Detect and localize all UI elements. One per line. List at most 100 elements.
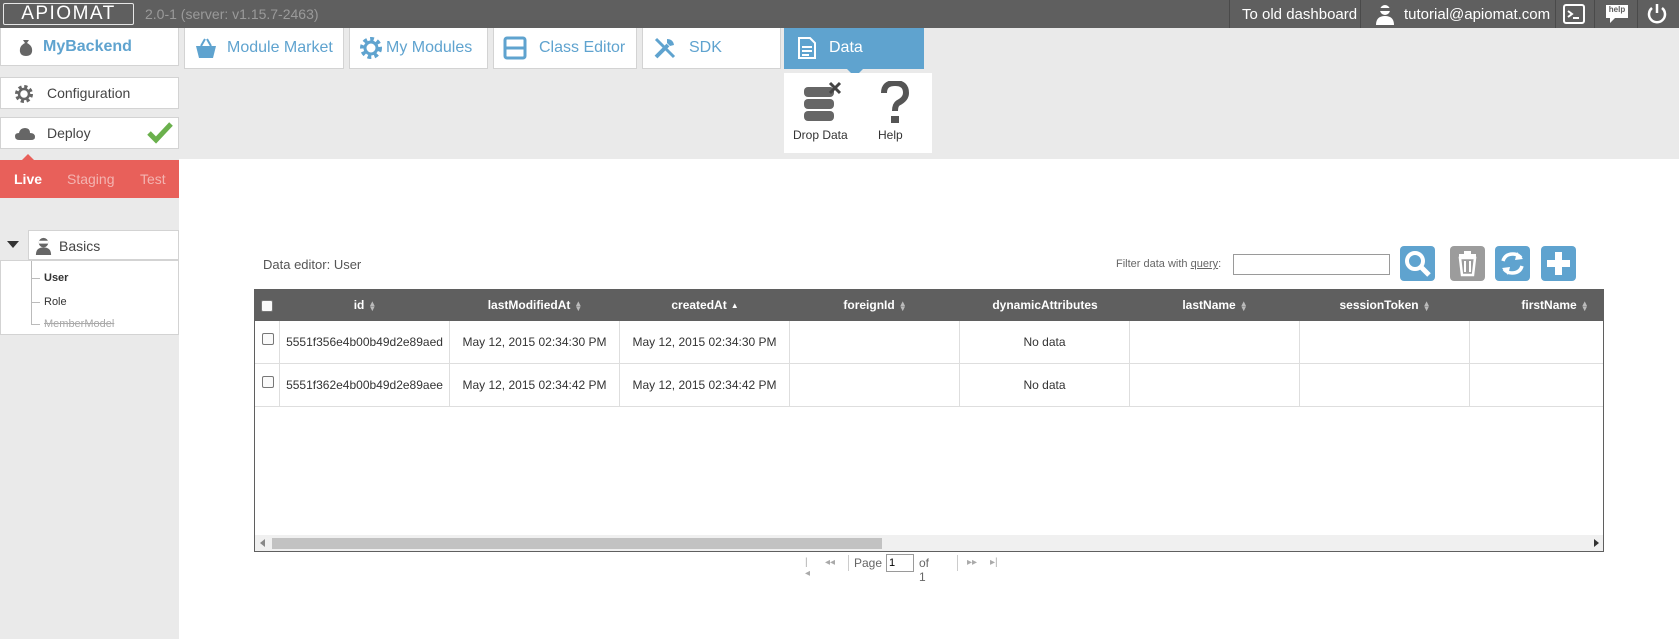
backend-name: MyBackend <box>43 38 132 55</box>
environment-bar: Live Staging Test <box>0 154 179 198</box>
tab-my-modules[interactable]: My Modules <box>349 28 488 69</box>
plus-icon <box>1547 252 1570 275</box>
tree-class-list: User Role MemberModel <box>0 260 179 335</box>
filter-suffix: : <box>1218 258 1222 270</box>
sort-asc-icon: ▲ <box>730 301 739 311</box>
sort-icon: ▲ ▼ <box>1422 298 1431 313</box>
col-header-lastname[interactable]: lastName ▲ ▼ <box>1130 290 1300 321</box>
scroll-right-arrow[interactable] <box>1594 539 1599 547</box>
backend-selector[interactable]: MyBackend <box>0 28 179 66</box>
horizontal-scrollbar[interactable] <box>255 535 1603 551</box>
drop-database-icon <box>804 81 842 121</box>
tab-label: My Modules <box>386 39 473 56</box>
add-button[interactable] <box>1541 246 1576 281</box>
drop-data-button[interactable]: Drop Data <box>784 73 858 153</box>
divider <box>1637 0 1638 28</box>
help-bubble-icon[interactable]: help <box>1605 3 1629 25</box>
first-page-icon[interactable]: |◂ <box>805 557 810 579</box>
data-actions-panel: Drop Data Help <box>784 73 932 153</box>
cell-sessiontoken <box>1300 321 1470 364</box>
cell-dynamicattributes: No data <box>960 321 1130 364</box>
help-bubble-label: help <box>1608 5 1626 14</box>
cell-foreignid <box>790 321 960 364</box>
scroll-left-arrow[interactable] <box>260 539 265 547</box>
sidebar: MyBackend Configuration Deploy Live Stag… <box>0 28 179 639</box>
sort-icon: ▲ ▼ <box>1239 298 1248 313</box>
user-icon <box>35 237 52 255</box>
col-header-firstname[interactable]: firstName ▲ ▼ <box>1470 290 1603 321</box>
deploy-button[interactable]: Deploy <box>0 117 179 149</box>
tab-sdk[interactable]: SDK <box>642 28 781 69</box>
terminal-icon[interactable] <box>1563 3 1585 25</box>
search-button[interactable] <box>1400 246 1435 281</box>
checkmark-icon <box>147 122 173 144</box>
table-row[interactable]: 5551f356e4b00b49d2e89aed May 12, 2015 02… <box>255 321 1603 364</box>
env-live-tab[interactable]: Live <box>14 171 42 187</box>
prev-page-icon[interactable]: ◂◂ <box>825 557 835 568</box>
select-all-checkbox[interactable] <box>261 300 273 312</box>
cell-sessiontoken <box>1300 364 1470 407</box>
tree-item-user[interactable]: User <box>44 272 68 284</box>
sort-icon: ▲ ▼ <box>1580 298 1589 313</box>
refresh-icon <box>1501 252 1524 275</box>
refresh-button[interactable] <box>1495 246 1530 281</box>
top-bar: APIOMAT 2.0-1 (server: v1.15.7-2463) To … <box>0 0 1679 28</box>
row-checkbox[interactable] <box>262 376 274 388</box>
table-row[interactable]: 5551f362e4b00b49d2e89aee May 12, 2015 02… <box>255 364 1603 407</box>
tab-class-editor[interactable]: Class Editor <box>493 28 637 69</box>
tree-item-membermodel[interactable]: MemberModel <box>44 318 114 330</box>
question-mark-icon <box>881 81 910 123</box>
tree-group-basics[interactable]: Basics <box>28 230 179 260</box>
cell-id: 5551f356e4b00b49d2e89aed <box>280 321 450 364</box>
col-label: dynamicAttributes <box>992 298 1098 312</box>
col-header-createdat[interactable]: createdAt ▲ <box>620 290 790 321</box>
col-header-id[interactable]: id ▲ ▼ <box>280 290 450 321</box>
help-button[interactable]: Help <box>858 73 932 153</box>
page-number-input[interactable] <box>886 554 914 572</box>
tab-module-market[interactable]: Module Market <box>184 28 344 69</box>
money-bag-icon <box>19 40 33 56</box>
col-header-foreignid[interactable]: foreignId ▲ ▼ <box>790 290 960 321</box>
configuration-button[interactable]: Configuration <box>0 77 179 109</box>
apiomat-logo[interactable]: APIOMAT <box>3 3 134 25</box>
last-page-icon[interactable]: ▸| <box>990 557 998 568</box>
power-icon[interactable] <box>1646 3 1668 25</box>
filter-prefix: Filter data with <box>1116 258 1191 270</box>
main-tab-area: Module Market My Modules Class Editor SD… <box>179 28 1679 159</box>
delete-button[interactable] <box>1450 246 1485 281</box>
tree-connector <box>31 324 40 325</box>
sort-icon: ▲ ▼ <box>368 298 377 313</box>
cell-id: 5551f362e4b00b49d2e89aee <box>280 364 450 407</box>
tree-item-role[interactable]: Role <box>44 296 67 308</box>
gear-icon <box>360 37 382 59</box>
divider <box>1229 0 1230 28</box>
data-grid: id ▲ ▼ lastModifiedAt ▲ ▼ createdAt ▲ foreign… <box>254 289 1604 552</box>
drop-data-label: Drop Data <box>793 128 848 142</box>
next-page-icon[interactable]: ▸▸ <box>967 557 977 568</box>
old-dashboard-link[interactable]: To old dashboard <box>1242 6 1357 23</box>
pager-divider <box>957 555 958 571</box>
tab-data[interactable]: Data <box>784 28 924 69</box>
query-help-link[interactable]: query <box>1191 258 1219 270</box>
tree-group-header: Basics <box>0 230 179 260</box>
filter-query-input[interactable] <box>1233 254 1390 275</box>
filter-label: Filter data with query: <box>1116 258 1221 270</box>
document-icon <box>798 37 816 59</box>
col-label: sessionToken <box>1339 298 1419 312</box>
col-header-dynamicattributes[interactable]: dynamicAttributes <box>960 290 1130 321</box>
class-editor-icon <box>503 36 527 60</box>
row-checkbox[interactable] <box>262 333 274 345</box>
col-header-lastmodifiedat[interactable]: lastModifiedAt ▲ ▼ <box>450 290 620 321</box>
cell-createdat: May 12, 2015 02:34:42 PM <box>620 364 790 407</box>
page-count: of 1 <box>919 556 930 584</box>
env-test-tab[interactable]: Test <box>140 171 166 187</box>
scrollbar-thumb[interactable] <box>272 538 882 549</box>
tree-group-label: Basics <box>59 238 101 254</box>
user-email[interactable]: tutorial@apiomat.com <box>1404 6 1550 23</box>
version-text: 2.0-1 (server: v1.15.7-2463) <box>145 6 319 22</box>
env-staging-tab[interactable]: Staging <box>67 171 114 187</box>
user-icon <box>1376 5 1394 25</box>
collapse-triangle-icon[interactable] <box>0 230 28 260</box>
gear-icon <box>15 85 33 103</box>
col-header-sessiontoken[interactable]: sessionToken ▲ ▼ <box>1300 290 1470 321</box>
